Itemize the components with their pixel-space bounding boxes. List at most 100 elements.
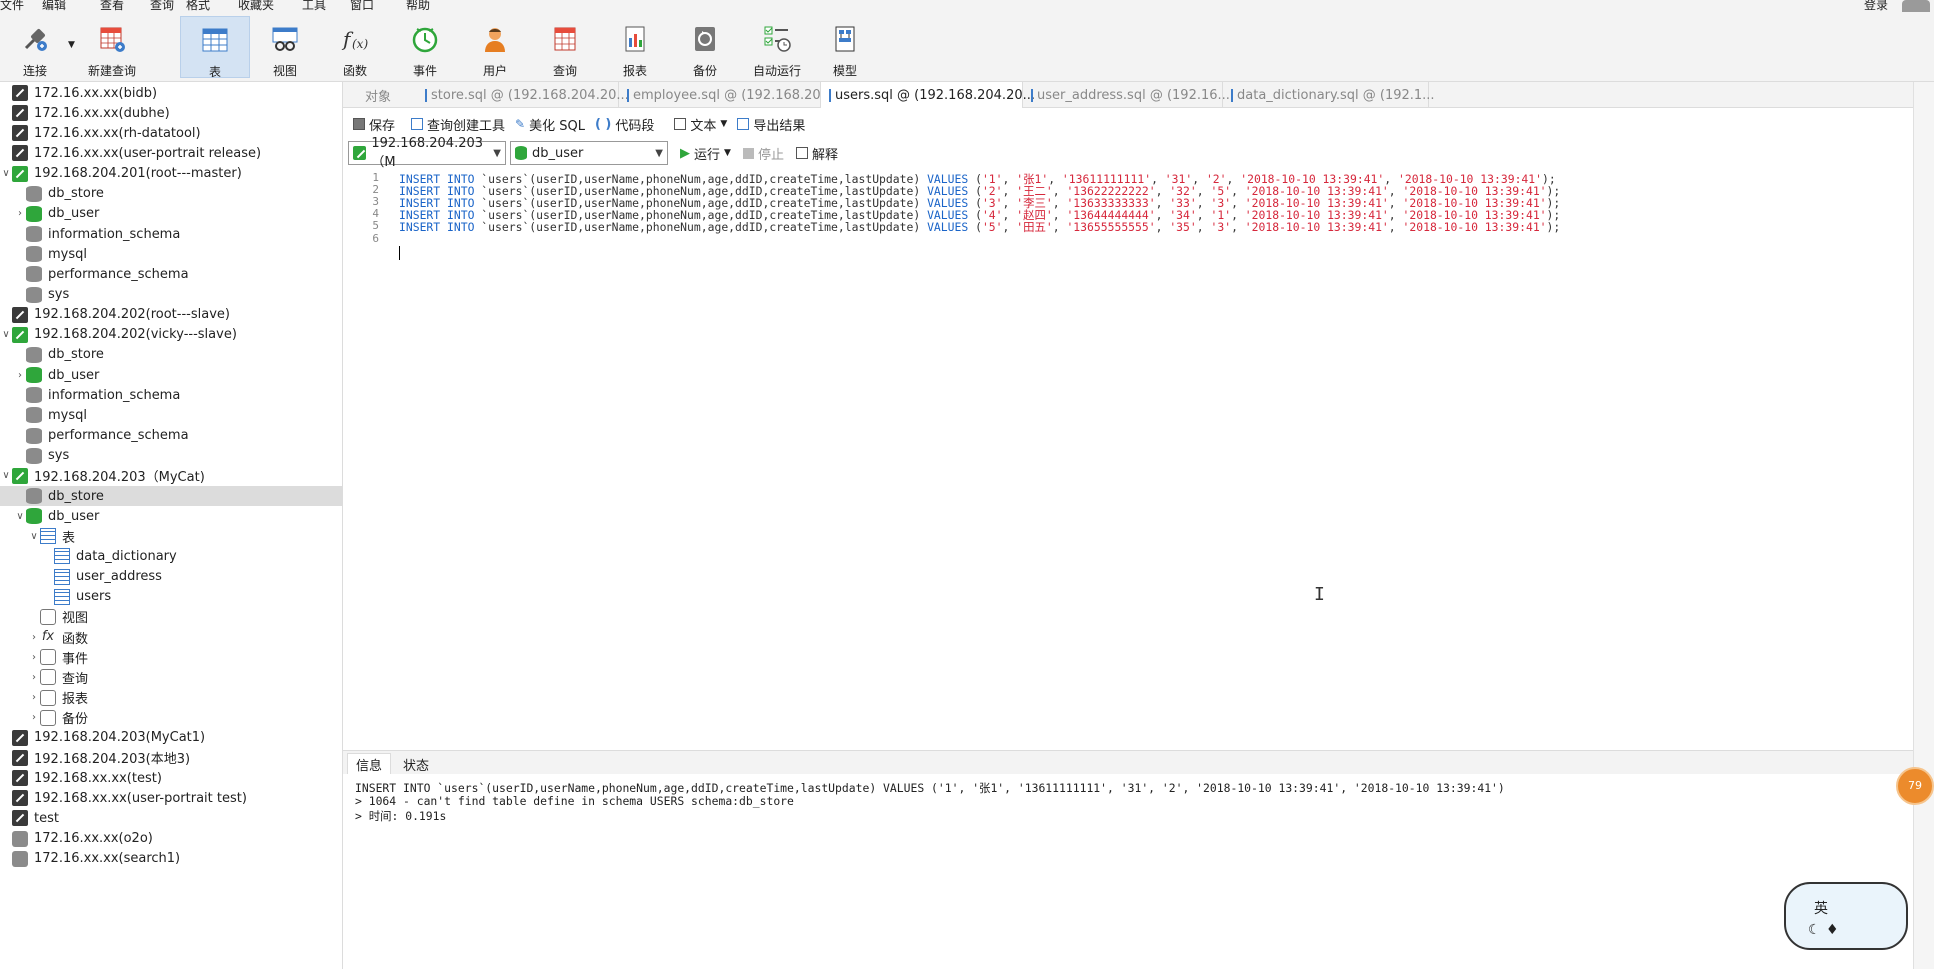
tree-item[interactable]: performance_schema <box>0 426 342 446</box>
tree-item[interactable]: › db_user <box>0 204 342 224</box>
report-button[interactable]: 报表 <box>600 16 670 78</box>
chevron-down-icon[interactable]: ∨ <box>0 329 12 340</box>
tree-item[interactable]: ∨ 192.168.204.201(root---master) <box>0 164 342 184</box>
tree-item[interactable]: › 备份 <box>0 708 342 728</box>
event-button[interactable]: 事件 <box>390 16 460 78</box>
new-query-button[interactable]: 新建查询 <box>76 16 148 78</box>
tree-item[interactable]: data_dictionary <box>0 546 342 566</box>
tree-item[interactable]: 172.16.xx.xx(rh-datatool) <box>0 123 342 143</box>
tree-item[interactable]: 192.168.204.203(MyCat1) <box>0 728 342 748</box>
tree-item-label: db_store <box>48 186 104 202</box>
export-results-button[interactable]: 导出结果 <box>737 115 805 134</box>
chevron-down-icon[interactable]: ∨ <box>28 531 40 542</box>
tab-status[interactable]: 状态 <box>395 753 437 775</box>
user-button[interactable]: 用户 <box>460 16 530 78</box>
tree-item[interactable]: user_address <box>0 567 342 587</box>
save-button[interactable]: 保存 <box>353 115 395 134</box>
tree-item[interactable]: 192.168.204.202(root---slave) <box>0 305 342 325</box>
tree-item[interactable]: mysql <box>0 405 342 425</box>
view-button[interactable]: 视图 <box>250 16 320 78</box>
tree-item[interactable]: sys <box>0 446 342 466</box>
query-button[interactable]: 查询 <box>530 16 600 78</box>
connection-icon <box>12 749 28 766</box>
tree-item[interactable]: › 查询 <box>0 667 342 687</box>
tree-item[interactable]: 172.16.xx.xx(dubhe) <box>0 103 342 123</box>
tree-item[interactable]: 172.16.xx.xx(o2o) <box>0 829 342 849</box>
stop-button[interactable]: 停止 <box>742 144 784 163</box>
chevron-down-icon[interactable]: ∨ <box>0 470 12 481</box>
floating-badge[interactable]: 79 <box>1896 767 1934 805</box>
tree-item[interactable]: › db_user <box>0 365 342 385</box>
text-button[interactable]: 文本 ▼ <box>674 115 727 134</box>
tree-item[interactable]: 视图 <box>0 607 342 627</box>
query-builder-button[interactable]: 查询创建工具 <box>411 115 505 134</box>
tree-item[interactable]: performance_schema <box>0 264 342 284</box>
connect-dropdown-icon[interactable]: ▼ <box>68 40 75 50</box>
ime-status-widget[interactable]: 英 ☾ ♦ <box>1784 882 1908 950</box>
tree-item[interactable]: 172.16.xx.xx(user-portrait release) <box>0 143 342 163</box>
chevron-down-icon[interactable]: ∨ <box>14 511 26 522</box>
chevron-right-icon[interactable]: › <box>28 712 40 723</box>
tree-item[interactable]: › 事件 <box>0 647 342 667</box>
beautify-sql-button[interactable]: ✎ 美化 SQL <box>515 115 585 134</box>
database-icon <box>26 346 42 363</box>
tree-item[interactable]: users <box>0 587 342 607</box>
tab-users-sql[interactable]: users.sql @ (192.168.204.20... <box>821 82 1035 108</box>
tree-item[interactable]: › fx 函数 <box>0 627 342 647</box>
table-button[interactable]: 表 <box>180 16 250 79</box>
tab-data-dictionary-sql[interactable]: data_dictionary.sql @ (192.1... <box>1223 82 1435 108</box>
chevron-right-icon[interactable]: › <box>28 692 40 703</box>
snippet-button[interactable]: ( ) 代码段 <box>595 115 654 134</box>
tab-objects[interactable]: 对象 <box>343 82 413 108</box>
tree-item[interactable]: ∨ 192.168.204.202(vicky---slave) <box>0 325 342 345</box>
tree-item[interactable]: ∨ db_user <box>0 506 342 526</box>
connection-select[interactable]: 192.168.204.203（M ▼ <box>348 136 506 170</box>
line-number: 4 <box>372 207 379 221</box>
chevron-right-icon[interactable]: › <box>28 632 40 643</box>
connection-icon-open <box>12 326 28 343</box>
tree-item[interactable]: 192.168.204.203(本地3) <box>0 748 342 768</box>
tree-item[interactable]: information_schema <box>0 224 342 244</box>
tree-item[interactable]: 192.168.xx.xx(test) <box>0 768 342 788</box>
tab-employee-sql[interactable]: employee.sql @ (192.168.20... <box>619 82 833 108</box>
run-dropdown-icon[interactable]: ▼ <box>724 148 731 158</box>
tab-user-address-sql[interactable]: user_address.sql @ (192.16... <box>1023 82 1230 108</box>
auto-run-label: 自动运行 <box>752 64 801 78</box>
backup-button[interactable]: 备份 <box>670 16 740 78</box>
vertical-scrollbar[interactable] <box>1913 82 1934 969</box>
tree-item[interactable]: sys <box>0 285 342 305</box>
tree-item[interactable]: 172.16.xx.xx(search1) <box>0 849 342 869</box>
chevron-right-icon[interactable]: › <box>28 672 40 683</box>
tree-item[interactable]: db_store <box>0 486 342 506</box>
tree-item[interactable]: db_store <box>0 345 342 365</box>
auto-run-button[interactable]: 自动运行 <box>740 16 814 78</box>
tree-item[interactable]: 172.16.xx.xx(bidb) <box>0 83 342 103</box>
tab-store-sql[interactable]: store.sql @ (192.168.204.20... <box>417 82 629 108</box>
function-button[interactable]: f (x) 函数 <box>320 16 390 78</box>
tree-item-label: db_user <box>48 206 100 222</box>
tab-info[interactable]: 信息 <box>347 753 392 775</box>
tree-item[interactable]: ∨ 表 <box>0 526 342 546</box>
explain-button[interactable]: 解释 <box>795 144 838 163</box>
sql-editor[interactable]: 123456 INSERT INTO `users`(userID,userNa… <box>343 168 1913 748</box>
database-select[interactable]: db_user ▼ <box>510 141 668 165</box>
tree-item[interactable]: information_schema <box>0 385 342 405</box>
run-button[interactable]: ▶ 运行 ▼ <box>680 144 731 163</box>
tree-item[interactable]: ∨ 192.168.204.203（MyCat) <box>0 466 342 486</box>
chevron-down-icon: ▼ <box>493 147 501 159</box>
line-number: 2 <box>372 183 379 197</box>
tree-item[interactable]: › 报表 <box>0 688 342 708</box>
sql-string: '2018-10-10 13:39:41' <box>1402 220 1547 235</box>
view-icon <box>268 22 302 56</box>
chevron-down-icon[interactable]: ∨ <box>0 168 12 179</box>
tree-item[interactable]: db_store <box>0 184 342 204</box>
chevron-right-icon[interactable]: › <box>28 652 40 663</box>
tree-item[interactable]: test <box>0 808 342 828</box>
chevron-right-icon[interactable]: › <box>14 370 26 381</box>
beautify-label: 美化 SQL <box>529 118 585 134</box>
tree-item[interactable]: 192.168.xx.xx(user-portrait test) <box>0 788 342 808</box>
chevron-right-icon[interactable]: › <box>14 208 26 219</box>
connect-button[interactable]: 连接 <box>0 16 70 78</box>
model-button[interactable]: 模型 <box>810 16 880 78</box>
tree-item[interactable]: mysql <box>0 244 342 264</box>
